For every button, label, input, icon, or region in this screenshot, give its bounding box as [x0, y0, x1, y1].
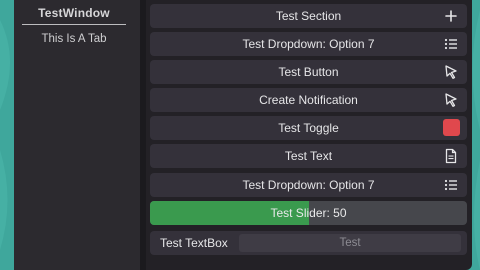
textbox-label: Test TextBox: [160, 236, 228, 250]
cursor-icon: [445, 93, 457, 107]
test-slider[interactable]: Test Slider: 50: [150, 201, 467, 225]
list-icon: [444, 179, 457, 191]
create-notification-label: Create Notification: [259, 93, 358, 107]
document-icon: [445, 148, 457, 164]
window-title: TestWindow: [38, 6, 110, 20]
list-icon: [444, 38, 457, 50]
test-button-label: Test Button: [278, 65, 339, 79]
dropdown-1[interactable]: Test Dropdown: Option 7: [150, 32, 467, 56]
test-toggle[interactable]: Test Toggle: [150, 116, 467, 140]
sidebar-divider: [140, 0, 146, 270]
test-text-label: Test Text: [284, 149, 333, 163]
plus-icon[interactable]: [443, 8, 459, 24]
test-toggle-label: Test Toggle: [278, 121, 339, 135]
create-notification-button[interactable]: Create Notification: [150, 88, 467, 112]
slider-label: Test Slider: 50: [270, 206, 347, 220]
textbox-input[interactable]: [239, 234, 461, 252]
test-text: Test Text: [150, 144, 467, 168]
dropdown-1-label: Test Dropdown: Option 7: [242, 37, 375, 51]
textbox-row: Test TextBox: [150, 231, 467, 255]
dropdown-2-label: Test Dropdown: Option 7: [242, 178, 375, 192]
section-header[interactable]: Test Section: [150, 4, 467, 28]
cursor-icon: [445, 65, 457, 79]
section-label: Test Section: [275, 9, 342, 23]
test-button[interactable]: Test Button: [150, 60, 467, 84]
toggle-indicator[interactable]: [443, 119, 460, 136]
title-underline: [22, 24, 126, 25]
dropdown-2[interactable]: Test Dropdown: Option 7: [150, 173, 467, 197]
tab-this-is-a-tab[interactable]: This Is A Tab: [22, 31, 126, 47]
